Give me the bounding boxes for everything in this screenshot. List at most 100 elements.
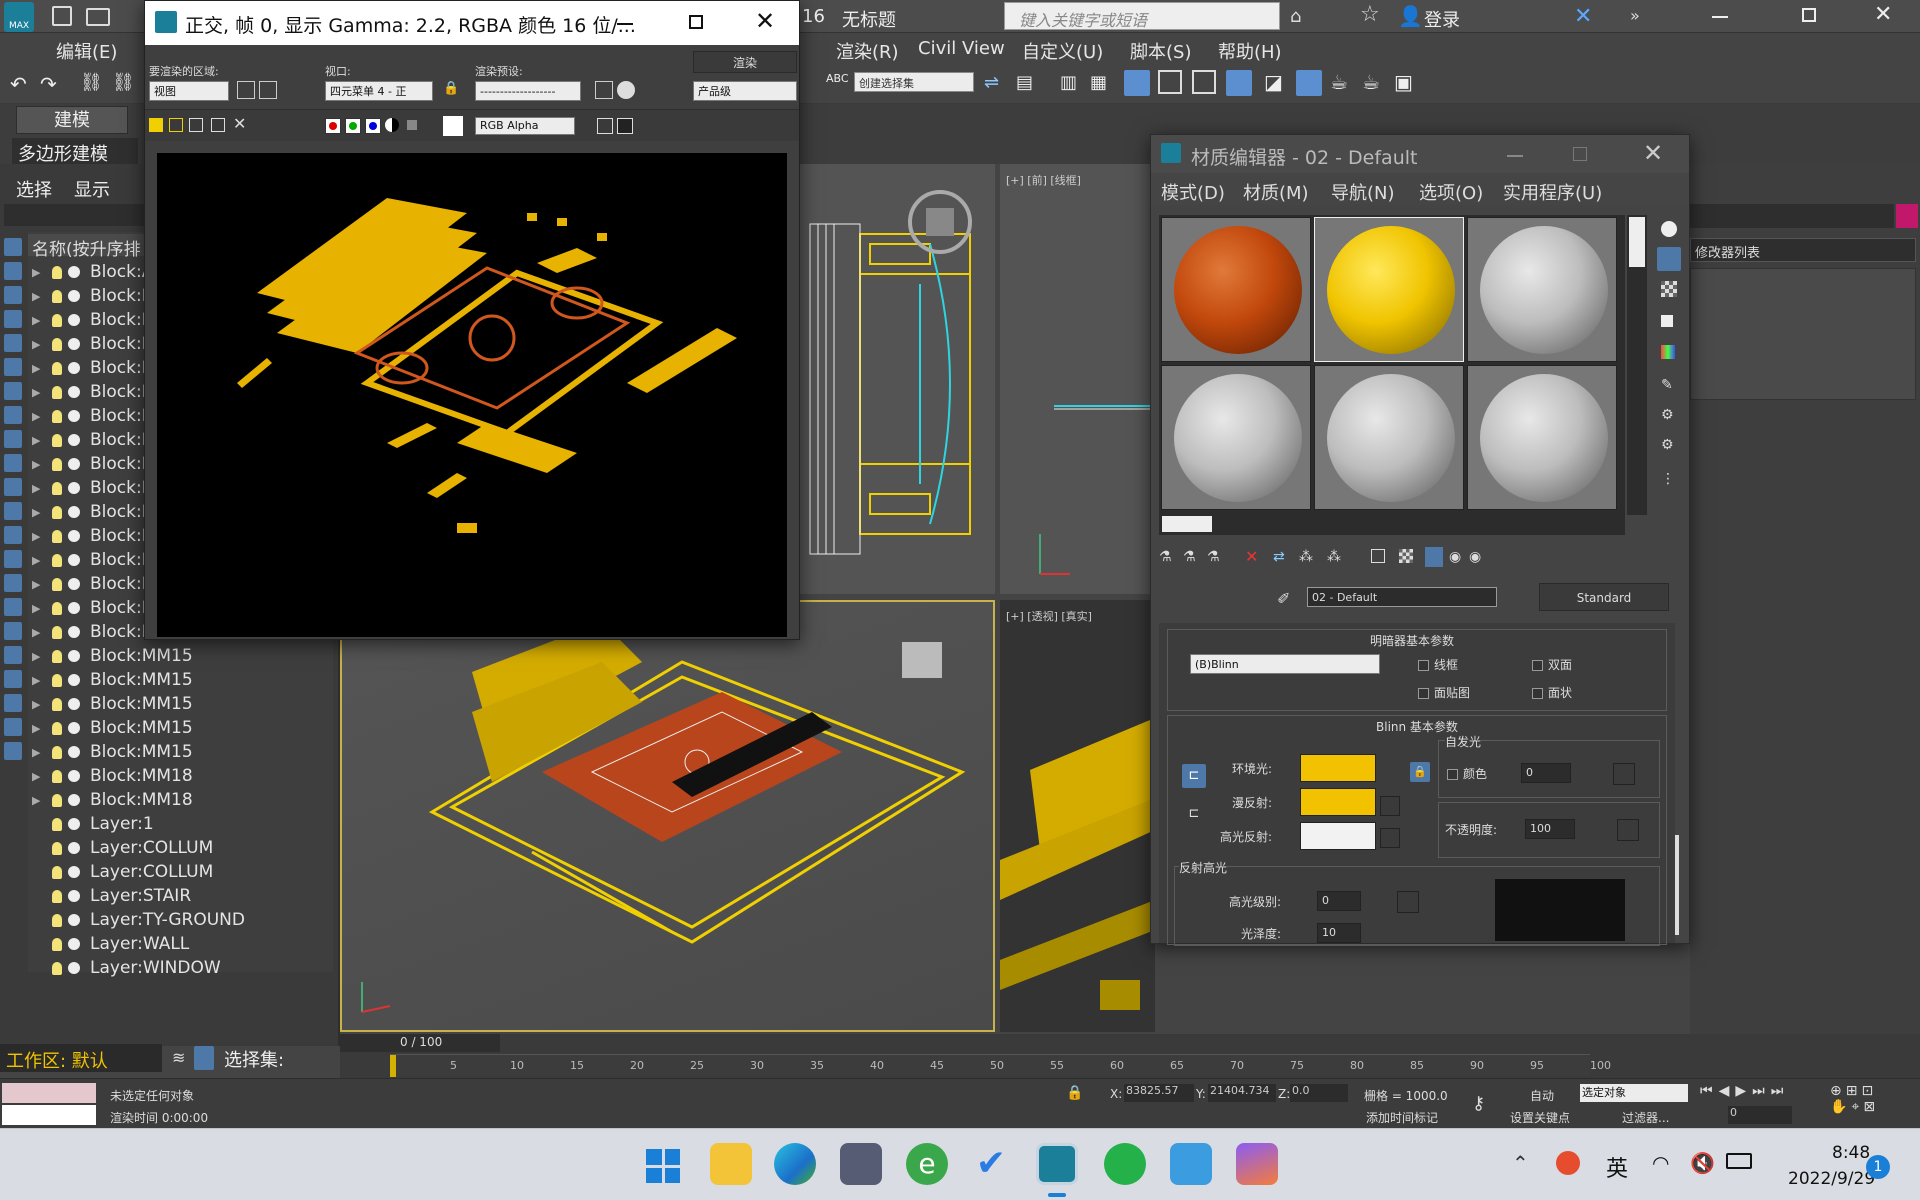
frame-field[interactable]: 0 — [1728, 1106, 1792, 1124]
visibility-bulb-icon[interactable] — [52, 361, 62, 375]
shader-rollout-title[interactable]: 明暗器基本参数 — [1370, 632, 1454, 649]
background-icon[interactable] — [1661, 281, 1677, 297]
visibility-bulb-icon[interactable] — [52, 865, 62, 879]
wifi-icon[interactable]: ◠ — [1652, 1151, 1669, 1175]
expand-arrow-icon[interactable]: ▶ — [32, 578, 46, 591]
visibility-bulb-icon[interactable] — [52, 745, 62, 759]
visibility-bulb-icon[interactable] — [52, 433, 62, 447]
nav-controls[interactable]: ⊕⊞⊡ ✋⌖⊠ — [1830, 1083, 1920, 1123]
freeze-icon[interactable] — [68, 914, 80, 926]
filter-icon[interactable] — [4, 382, 22, 400]
self-illum-color-checkbox[interactable] — [1447, 769, 1458, 780]
freeze-icon[interactable] — [68, 698, 80, 710]
alpha-channel-icon[interactable] — [385, 118, 399, 132]
se-select-menu[interactable]: 选择 — [16, 176, 52, 202]
freeze-icon[interactable] — [68, 866, 80, 878]
put-to-library-icon[interactable]: ⁂ — [1327, 549, 1341, 565]
filter-icon[interactable] — [4, 358, 22, 376]
select-by-material-icon[interactable]: ⚙ — [1661, 437, 1674, 453]
sample-slot[interactable] — [1161, 217, 1311, 362]
abc-icon[interactable]: ABC — [826, 72, 849, 85]
expand-arrow-icon[interactable]: ▶ — [32, 650, 46, 663]
mat-maximize-button[interactable] — [1573, 147, 1587, 161]
maxscript-listener-2[interactable] — [2, 1105, 96, 1125]
freeze-icon[interactable] — [68, 386, 80, 398]
filter-icon[interactable] — [4, 742, 22, 760]
copy-image-icon[interactable] — [169, 118, 183, 132]
spec-level-map-button[interactable] — [1397, 891, 1419, 913]
sample-slot[interactable] — [1161, 365, 1311, 510]
expand-arrow-icon[interactable]: ▶ — [32, 482, 46, 495]
restore-button[interactable] — [1802, 8, 1816, 22]
expand-arrow-icon[interactable]: ▶ — [32, 554, 46, 567]
show-hidden-icons[interactable]: ⌃ — [1512, 1151, 1529, 1175]
sample-slot[interactable] — [1314, 217, 1464, 362]
show-end-result-icon[interactable] — [1425, 547, 1443, 567]
select-filter-icon[interactable] — [194, 1046, 214, 1070]
cp-name-field[interactable] — [1690, 204, 1894, 228]
expand-arrow-icon[interactable]: ▶ — [32, 434, 46, 447]
self-illum-spinner[interactable]: 0 — [1521, 763, 1571, 783]
visibility-bulb-icon[interactable] — [52, 721, 62, 735]
expand-arrow-icon[interactable]: ▶ — [32, 698, 46, 711]
rendered-frame-window[interactable]: 正交, 帧 0, 显示 Gamma: 2.2, RGBA 颜色 16 位/...… — [144, 0, 800, 640]
filter-icon[interactable] — [4, 454, 22, 472]
print-icon[interactable] — [211, 118, 225, 132]
freeze-icon[interactable] — [68, 746, 80, 758]
y-coord-field[interactable]: 21404.734 — [1208, 1084, 1276, 1102]
mono-icon[interactable] — [407, 120, 417, 130]
freeze-icon[interactable] — [68, 314, 80, 326]
clock-time[interactable]: 8:48 — [1832, 1143, 1870, 1163]
menu-civil-view[interactable]: Civil View — [918, 38, 1005, 59]
list-item[interactable]: Layer:TY-GROUND — [28, 908, 333, 932]
wire-checkbox[interactable] — [1418, 660, 1429, 671]
list-item[interactable]: Layer:COLLUM — [28, 836, 333, 860]
clear-icon[interactable]: ✕ — [233, 114, 246, 133]
filter-icon[interactable] — [4, 550, 22, 568]
se-display-menu[interactable]: 显示 — [74, 176, 110, 202]
max-logo-icon[interactable]: MAX — [4, 2, 34, 32]
viewport-perspective-realistic[interactable]: [+] [透视] [真实] — [1000, 600, 1155, 1032]
binoculars-icon[interactable]: ⌂ — [1290, 6, 1312, 27]
visibility-bulb-icon[interactable] — [52, 481, 62, 495]
filter-icon[interactable] — [4, 478, 22, 496]
visibility-bulb-icon[interactable] — [52, 505, 62, 519]
render-production-icon[interactable] — [1296, 70, 1322, 96]
x-coord-field[interactable]: 83825.57 — [1124, 1084, 1194, 1102]
sample-slot[interactable] — [1467, 365, 1617, 510]
render-setup-icon[interactable] — [1226, 70, 1252, 96]
visibility-bulb-icon[interactable] — [52, 961, 62, 975]
render-area-dropdown[interactable]: 视图 — [149, 81, 229, 101]
make-unique-icon[interactable]: ⁂ — [1299, 549, 1313, 565]
ie-browser-icon[interactable]: e — [906, 1143, 948, 1185]
timeline-track[interactable]: 5 10 15 20 25 30 35 40 45 50 55 60 65 70 75 80 85 90 95 100 — [390, 1054, 1611, 1077]
visibility-bulb-icon[interactable] — [52, 793, 62, 807]
add-time-tag[interactable]: 添加时间标记 — [1366, 1109, 1438, 1126]
freeze-icon[interactable] — [68, 578, 80, 590]
mirror-icon[interactable]: ⇌ — [984, 72, 1006, 94]
timeline[interactable]: 0 / 100 5 10 15 20 25 30 35 40 45 50 55 60 65 70 75 80 8… — [340, 1034, 1920, 1078]
visibility-bulb-icon[interactable] — [52, 889, 62, 903]
specular-map-button[interactable] — [1380, 828, 1400, 848]
mat-close-button[interactable]: ✕ — [1643, 139, 1663, 167]
toggle-ui-icon[interactable] — [597, 118, 613, 134]
filter-icon[interactable] — [4, 406, 22, 424]
background-color-swatch[interactable] — [443, 116, 463, 136]
freeze-icon[interactable] — [68, 626, 80, 638]
diffuse-lock-icon[interactable]: ⊏ — [1182, 802, 1206, 826]
modifier-stack[interactable] — [1690, 268, 1916, 400]
glossiness-spinner[interactable]: 10 — [1317, 923, 1361, 943]
environment-icon[interactable] — [617, 81, 635, 99]
layers-icon[interactable]: ≋ — [172, 1048, 185, 1067]
freeze-icon[interactable] — [68, 482, 80, 494]
scene-explorer-icon[interactable]: ▦ — [1090, 72, 1112, 94]
list-item[interactable]: ▶ Block:MM18 — [28, 788, 333, 812]
filter-icon[interactable] — [4, 718, 22, 736]
subtab-poly-modeling[interactable]: 多边形建模 — [12, 138, 138, 165]
list-item[interactable]: ▶ Block:MM15 — [28, 740, 333, 764]
filter-icon[interactable] — [4, 262, 22, 280]
freeze-icon[interactable] — [68, 602, 80, 614]
modifier-list-dropdown[interactable]: 修改器列表 — [1690, 238, 1916, 262]
diffuse-color-swatch[interactable] — [1300, 788, 1376, 816]
visibility-bulb-icon[interactable] — [52, 457, 62, 471]
